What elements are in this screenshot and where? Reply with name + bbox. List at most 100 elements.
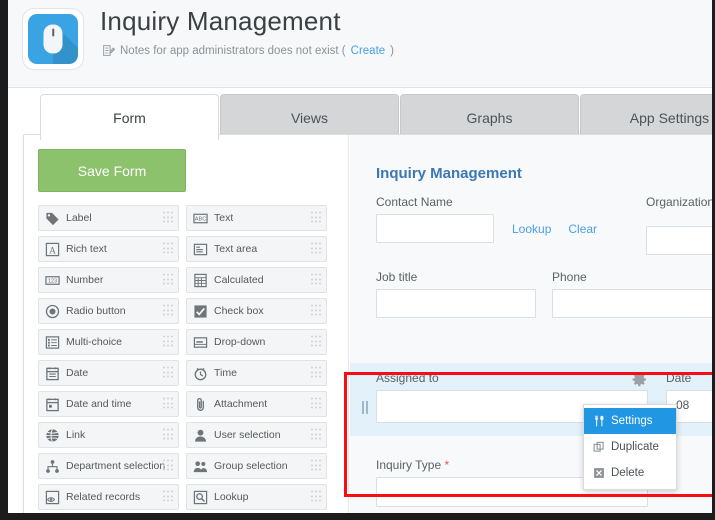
field-chip-date-and-time-text: Date and time [66,398,131,410]
drag-handle-icon[interactable] [163,305,174,318]
app-notes-text: Notes for app administrators does not ex… [120,45,346,57]
window-frame-left [0,0,8,520]
field-chip-date-and-time[interactable]: Date and time [38,391,179,417]
clear-link[interactable]: Clear [568,222,597,236]
x-box-icon [592,467,605,480]
drag-handle-icon[interactable] [311,305,322,318]
field-chip-text-area[interactable]: Text area [186,236,327,262]
field-chip-label[interactable]: Label [38,205,179,231]
drop-down-icon [192,334,208,350]
job-title-label: Job title [376,270,552,284]
field-chip-multi-choice[interactable]: Multi-choice [38,329,179,355]
globe-icon [44,427,60,443]
drag-handle-icon[interactable] [163,367,174,380]
field-chip-link[interactable]: Link [38,422,179,448]
copy-icon [592,441,605,454]
field-chip-time[interactable]: Time [186,360,327,386]
app-notes-text-end: ) [390,45,394,57]
organization-label: Organization [646,195,715,209]
tab-bar: Form Views Graphs App Settings [8,88,715,140]
field-chip-calculated[interactable]: Calculated [186,267,327,293]
drag-handle-icon[interactable] [163,398,174,411]
field-chip-attachment-text: Attachment [214,398,267,410]
field-chip-drop-down[interactable]: Drop-down [186,329,327,355]
field-chip-multi-choice-text: Multi-choice [66,336,122,348]
app-notes: Notes for app administrators does not ex… [102,44,394,57]
field-chip-user-selection[interactable]: User selection [186,422,327,448]
form-preview-title: Inquiry Management [376,165,715,182]
drag-handle-icon[interactable] [163,491,174,504]
row-contact-organization: Contact Name Lookup Clear Organization [350,195,715,255]
field-chip-rich-text[interactable]: A Rich text [38,236,179,262]
calendar-clock-icon [44,396,60,412]
lookup-link[interactable]: Lookup [512,222,551,236]
drag-handle-icon[interactable] [163,243,174,256]
phone-label: Phone [552,270,715,284]
multi-choice-icon [44,334,60,350]
field-chip-date[interactable]: Date [38,360,179,386]
field-drag-handle-icon[interactable] [362,401,369,414]
field-chip-radio-button[interactable]: Radio button [38,298,179,324]
users-group-icon [192,458,208,474]
field-chip-rich-text-text: Rich text [66,243,107,255]
context-menu-item-settings[interactable]: Settings [584,408,676,434]
calculator-icon [192,272,208,288]
drag-handle-icon[interactable] [311,460,322,473]
tab-views-label: Views [291,110,328,126]
context-menu-item-duplicate-label: Duplicate [611,441,659,453]
context-menu-item-delete-label: Delete [611,467,644,479]
field-chip-number-text: Number [66,274,103,286]
tab-form[interactable]: Form [40,94,219,140]
drag-handle-icon[interactable] [163,429,174,442]
form-preview-inner: Inquiry Management Contact Name Lookup C… [350,135,715,318]
field-chip-department-selection[interactable]: Department selection [38,453,179,479]
context-menu-item-delete[interactable]: Delete [584,460,676,486]
drag-handle-icon[interactable] [311,398,322,411]
drag-handle-icon[interactable] [311,367,322,380]
job-title-input[interactable] [376,289,536,318]
drag-handle-icon[interactable] [311,274,322,287]
svg-text:A: A [49,246,56,256]
tab-form-label: Form [113,110,146,126]
field-chip-lookup[interactable]: Lookup [186,484,327,510]
field-chip-department-selection-text: Department selection [66,460,165,472]
save-form-button[interactable]: Save Form [38,149,186,192]
context-menu-item-duplicate[interactable]: Duplicate [584,434,676,460]
drag-handle-icon[interactable] [311,243,322,256]
drag-handle-icon[interactable] [311,429,322,442]
phone-input[interactable] [552,289,715,318]
date-label: Date [666,371,715,385]
drag-handle-icon[interactable] [163,212,174,225]
field-chip-text-area-text: Text area [214,243,257,255]
drag-handle-icon[interactable] [163,460,174,473]
field-chip-link-text: Link [66,429,85,441]
drag-handle-icon[interactable] [311,336,322,349]
field-chip-calculated-text: Calculated [214,274,264,286]
save-form-label: Save Form [78,163,146,179]
drag-handle-icon[interactable] [311,491,322,504]
field-chip-number[interactable]: 123 Number [38,267,179,293]
field-type-grid: Label ABC Text A Rich text Text area [38,205,334,510]
organization-input[interactable] [646,226,715,255]
app-icon [22,8,84,70]
field-chip-attachment[interactable]: Attachment [186,391,327,417]
field-chip-group-selection[interactable]: Group selection [186,453,327,479]
field-chip-check-box[interactable]: Check box [186,298,327,324]
drag-handle-icon[interactable] [311,212,322,225]
field-chip-text-text: Text [214,212,233,224]
contact-name-input[interactable] [376,214,494,243]
related-records-icon [44,489,60,505]
note-pencil-icon [102,44,115,57]
field-chip-date-text: Date [66,367,88,379]
drag-handle-icon[interactable] [163,336,174,349]
create-notes-link[interactable]: Create [351,45,386,57]
drag-handle-icon[interactable] [163,274,174,287]
svg-text:123: 123 [47,278,56,284]
tag-icon [44,210,60,226]
gear-icon[interactable] [631,371,648,388]
field-chip-text[interactable]: ABC Text [186,205,327,231]
check-box-icon [192,303,208,319]
inquiry-type-label-text: Inquiry Type [376,458,441,472]
page-title: Inquiry Management [100,6,341,37]
field-chip-related-records[interactable]: Related records [38,484,179,510]
